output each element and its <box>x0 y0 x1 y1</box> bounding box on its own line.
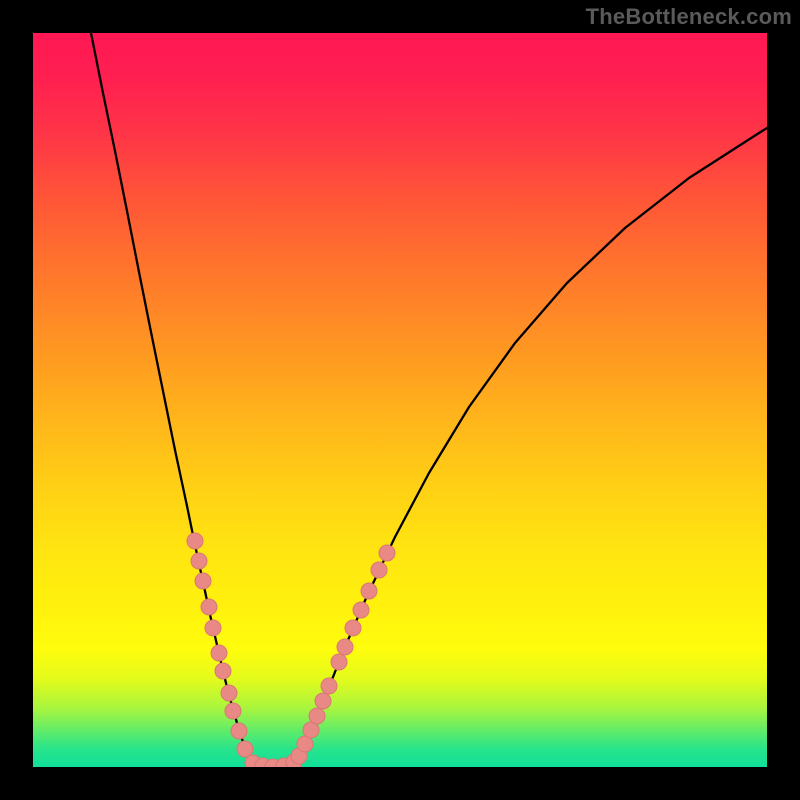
watermark-text: TheBottleneck.com <box>586 4 792 30</box>
sample-dot <box>225 703 241 719</box>
sample-dot <box>379 545 395 561</box>
sample-dot <box>187 533 203 549</box>
sample-dot <box>231 723 247 739</box>
sample-dot <box>221 685 237 701</box>
sample-dot <box>191 553 207 569</box>
sample-dot <box>309 708 325 724</box>
sample-dots <box>187 533 395 767</box>
sample-dot <box>237 741 253 757</box>
sample-dot <box>315 693 331 709</box>
sample-dot <box>337 639 353 655</box>
plot-area <box>33 33 767 767</box>
chart-frame: TheBottleneck.com <box>0 0 800 800</box>
sample-dot <box>353 602 369 618</box>
sample-dot <box>345 620 361 636</box>
sample-dot <box>205 620 221 636</box>
sample-dot <box>215 663 231 679</box>
sample-dot <box>201 599 217 615</box>
sample-dot <box>361 583 377 599</box>
sample-dot <box>195 573 211 589</box>
v-curve-path <box>91 33 767 767</box>
sample-dot <box>211 645 227 661</box>
sample-dot <box>331 654 347 670</box>
sample-dot <box>371 562 387 578</box>
bottleneck-curve <box>33 33 767 767</box>
sample-dot <box>321 678 337 694</box>
